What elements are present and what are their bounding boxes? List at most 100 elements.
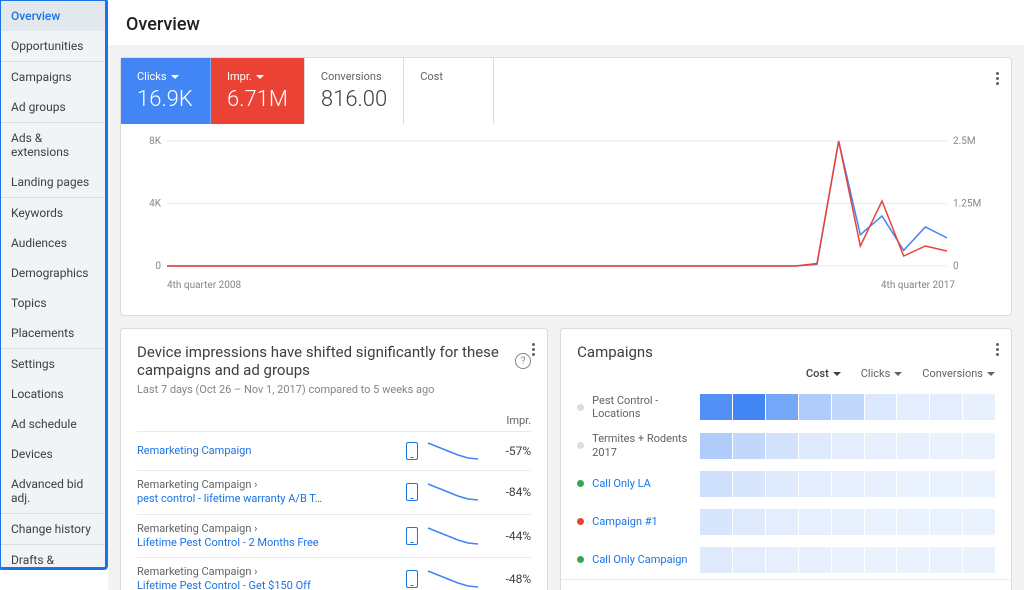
insight-parent: Remarketing Campaign ›	[137, 565, 398, 579]
overflow-menu-icon[interactable]	[532, 341, 535, 358]
page-title: Overview	[108, 0, 1024, 45]
insight-link[interactable]: Lifetime Pest Control - Get $150 Off	[137, 579, 398, 590]
insight-row: Remarketing Campaign -57%	[137, 432, 531, 471]
campaign-name[interactable]: Campaign #1	[592, 515, 692, 528]
sidebar-item-locations[interactable]: Locations	[1, 379, 105, 409]
status-dot	[577, 480, 584, 487]
insight-card: Device impressions have shifted signific…	[120, 328, 548, 590]
insight-link[interactable]: pest control - lifetime warranty A/B T…	[137, 492, 398, 506]
help-icon[interactable]: ?	[515, 353, 531, 369]
campaign-row: Call Only Campaign	[561, 541, 1011, 579]
sidebar-item-keywords[interactable]: Keywords	[1, 198, 105, 228]
insight-subtitle: Last 7 days (Oct 26 – Nov 1, 2017) compa…	[137, 383, 531, 396]
svg-text:0: 0	[155, 261, 161, 272]
campaign-heatmap	[700, 547, 995, 573]
x-axis-start: 4th quarter 2008	[167, 280, 241, 291]
metric-value: 16.9K	[137, 87, 194, 112]
status-dot	[577, 518, 584, 525]
insight-row: Remarketing Campaign ›pest control - lif…	[137, 471, 531, 515]
sidebar-item-placements[interactable]: Placements	[1, 318, 105, 348]
sidebar-item-drafts-experiments[interactable]: Drafts & experiments	[1, 545, 105, 570]
sidebar-item-campaigns[interactable]: Campaigns	[1, 62, 105, 92]
svg-text:0: 0	[953, 261, 959, 272]
svg-text:4K: 4K	[149, 199, 162, 210]
sidebar-item-demographics[interactable]: Demographics	[1, 258, 105, 288]
insight-link[interactable]: Remarketing Campaign	[137, 444, 398, 458]
campaign-heatmap	[700, 394, 995, 420]
svg-text:1.25M: 1.25M	[953, 199, 981, 210]
main-content: Overview Clicks 16.9K Impr. 6.71M Conver…	[108, 0, 1024, 590]
campaign-heatmap	[700, 471, 995, 497]
campaign-row: Termites + Rodents 2017	[561, 426, 1011, 464]
metric-card-clicks[interactable]: Clicks 16.9K	[121, 58, 211, 124]
metric-label: Clicks	[137, 70, 167, 83]
campaign-name[interactable]: Call Only LA	[592, 477, 692, 490]
sparkline	[426, 524, 481, 548]
sidebar-item-overview[interactable]: Overview	[1, 1, 105, 31]
campaigns-title: Campaigns	[577, 343, 653, 361]
sidebar-item-advanced-bid-adj-[interactable]: Advanced bid adj.	[1, 469, 105, 513]
chevron-down-icon	[171, 75, 179, 79]
campaign-row: Campaign #1	[561, 503, 1011, 541]
status-dot	[577, 442, 584, 449]
sidebar-item-settings[interactable]: Settings	[1, 349, 105, 379]
insight-link[interactable]: Lifetime Pest Control - 2 Months Free	[137, 536, 398, 550]
insight-delta: -48%	[489, 572, 531, 586]
metric-label: Conversions	[321, 70, 382, 83]
metric-card-conversions[interactable]: Conversions 816.00	[305, 58, 404, 124]
metric-card-cost[interactable]: Cost	[404, 58, 494, 124]
sparkline	[426, 567, 481, 590]
campaign-name[interactable]: Call Only Campaign	[592, 553, 692, 566]
sidebar-item-ad-groups[interactable]: Ad groups	[1, 92, 105, 122]
chevron-down-icon	[987, 372, 995, 376]
metric-value: 816.00	[321, 87, 387, 112]
sidebar-item-audiences[interactable]: Audiences	[1, 228, 105, 258]
sidebar-item-change-history[interactable]: Change history	[1, 514, 105, 544]
sidebar-item-topics[interactable]: Topics	[1, 288, 105, 318]
sparkline	[426, 439, 481, 463]
sidebar-item-devices[interactable]: Devices	[1, 439, 105, 469]
insight-row: Remarketing Campaign ›Lifetime Pest Cont…	[137, 558, 531, 590]
sidebar-item-ads-extensions[interactable]: Ads & extensions	[1, 123, 105, 167]
campaign-sort-cost[interactable]: Cost	[806, 367, 841, 380]
insight-parent: Remarketing Campaign ›	[137, 478, 398, 492]
insight-row: Remarketing Campaign ›Lifetime Pest Cont…	[137, 515, 531, 559]
sidebar-item-opportunities[interactable]: Opportunities	[1, 31, 105, 61]
metric-label: Impr.	[227, 70, 252, 83]
chevron-down-icon	[894, 372, 902, 376]
metric-label: Cost	[420, 70, 443, 83]
chevron-down-icon	[833, 372, 841, 376]
performance-chart: 8K 2.5M 4K 1.25M 0 0 4th quarter 2008 4th qua…	[121, 124, 1011, 315]
svg-text:8K: 8K	[149, 136, 162, 147]
sidebar-item-ad-schedule[interactable]: Ad schedule	[1, 409, 105, 439]
campaign-row: Pest Control - Locations	[561, 388, 1011, 426]
campaign-sort-conversions[interactable]: Conversions	[922, 367, 995, 380]
campaigns-card: Campaigns Cost Clicks Conversions Pest Con…	[560, 328, 1012, 590]
sparkline	[426, 480, 481, 504]
sidebar-nav: OverviewOpportunitiesCampaignsAd groupsA…	[0, 0, 108, 570]
chevron-down-icon	[256, 75, 264, 79]
campaign-row: Call Only LA	[561, 465, 1011, 503]
campaign-name: Termites + Rodents 2017	[592, 432, 692, 458]
sidebar-item-landing-pages[interactable]: Landing pages	[1, 167, 105, 197]
svg-text:2.5M: 2.5M	[953, 136, 976, 147]
campaign-heatmap	[700, 433, 995, 459]
column-header: Impr.	[506, 414, 531, 427]
status-dot	[577, 556, 584, 563]
campaign-name: Pest Control - Locations	[592, 394, 692, 420]
insight-delta: -57%	[489, 444, 531, 458]
insight-parent: Remarketing Campaign ›	[137, 522, 398, 536]
x-axis-end: 4th quarter 2017	[881, 280, 955, 291]
metric-card-impressions[interactable]: Impr. 6.71M	[211, 58, 305, 124]
metric-value: 6.71M	[227, 87, 288, 112]
campaign-sort-clicks[interactable]: Clicks	[861, 367, 903, 380]
overflow-menu-icon[interactable]	[996, 341, 999, 358]
overflow-menu-icon[interactable]	[996, 70, 999, 87]
insight-delta: -84%	[489, 485, 531, 499]
scorecard-panel: Clicks 16.9K Impr. 6.71M Conversions 816…	[120, 57, 1012, 316]
status-dot	[577, 404, 584, 411]
mobile-icon	[406, 570, 418, 588]
campaign-heatmap	[700, 509, 995, 535]
insight-delta: -44%	[489, 529, 531, 543]
mobile-icon	[406, 527, 418, 545]
